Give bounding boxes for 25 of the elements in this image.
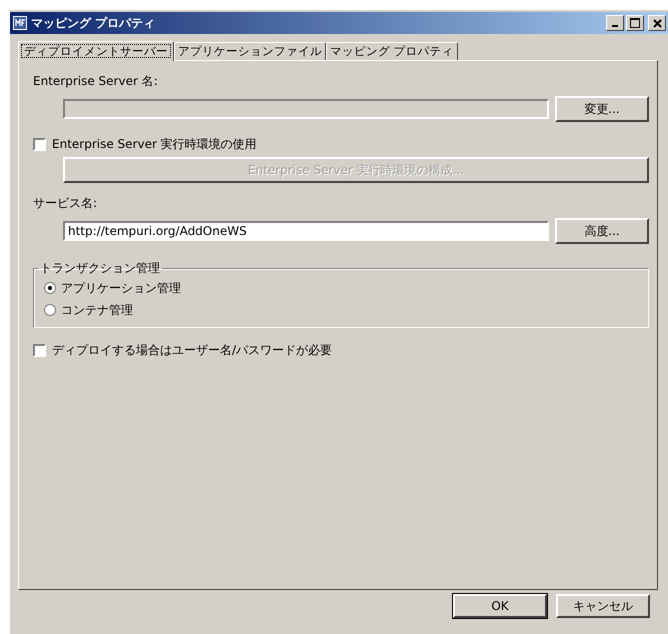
- close-button[interactable]: [648, 15, 666, 31]
- tab[interactable]: アプリケーションファイル: [174, 42, 326, 60]
- minimize-button[interactable]: [606, 15, 624, 31]
- checkbox[interactable]: [33, 138, 46, 151]
- radio-label: アプリケーション管理: [61, 280, 181, 296]
- checkbox[interactable]: [33, 344, 46, 357]
- ok-button[interactable]: OK: [453, 594, 547, 618]
- input-field[interactable]: http://tempuri.org/AddOneWS: [63, 221, 549, 241]
- close-icon: [652, 18, 662, 28]
- field-label: Enterprise Server 名:: [33, 73, 159, 90]
- radio-label: コンテナ管理: [61, 302, 133, 318]
- radio-button[interactable]: [44, 282, 56, 294]
- app-icon: [13, 16, 27, 30]
- maximize-button[interactable]: [626, 15, 644, 31]
- window-title: マッピング プロパティ: [31, 14, 156, 32]
- radio-button[interactable]: [44, 304, 56, 316]
- maximize-icon: [630, 18, 640, 28]
- tab[interactable]: ディプロイメントサーバー: [18, 41, 174, 61]
- group-title: トランザクション管理: [39, 260, 161, 277]
- checkbox-label: Enterprise Server 実行時環境の使用: [52, 136, 257, 153]
- advanced-button[interactable]: 高度...: [555, 218, 649, 244]
- field-label: サービス名:: [33, 195, 98, 212]
- cancel-button[interactable]: キャンセル: [556, 594, 650, 618]
- checkbox-label: ディプロイする場合はユーザー名/パスワードが必要: [52, 342, 332, 359]
- tab[interactable]: マッピング プロパティ: [326, 42, 458, 60]
